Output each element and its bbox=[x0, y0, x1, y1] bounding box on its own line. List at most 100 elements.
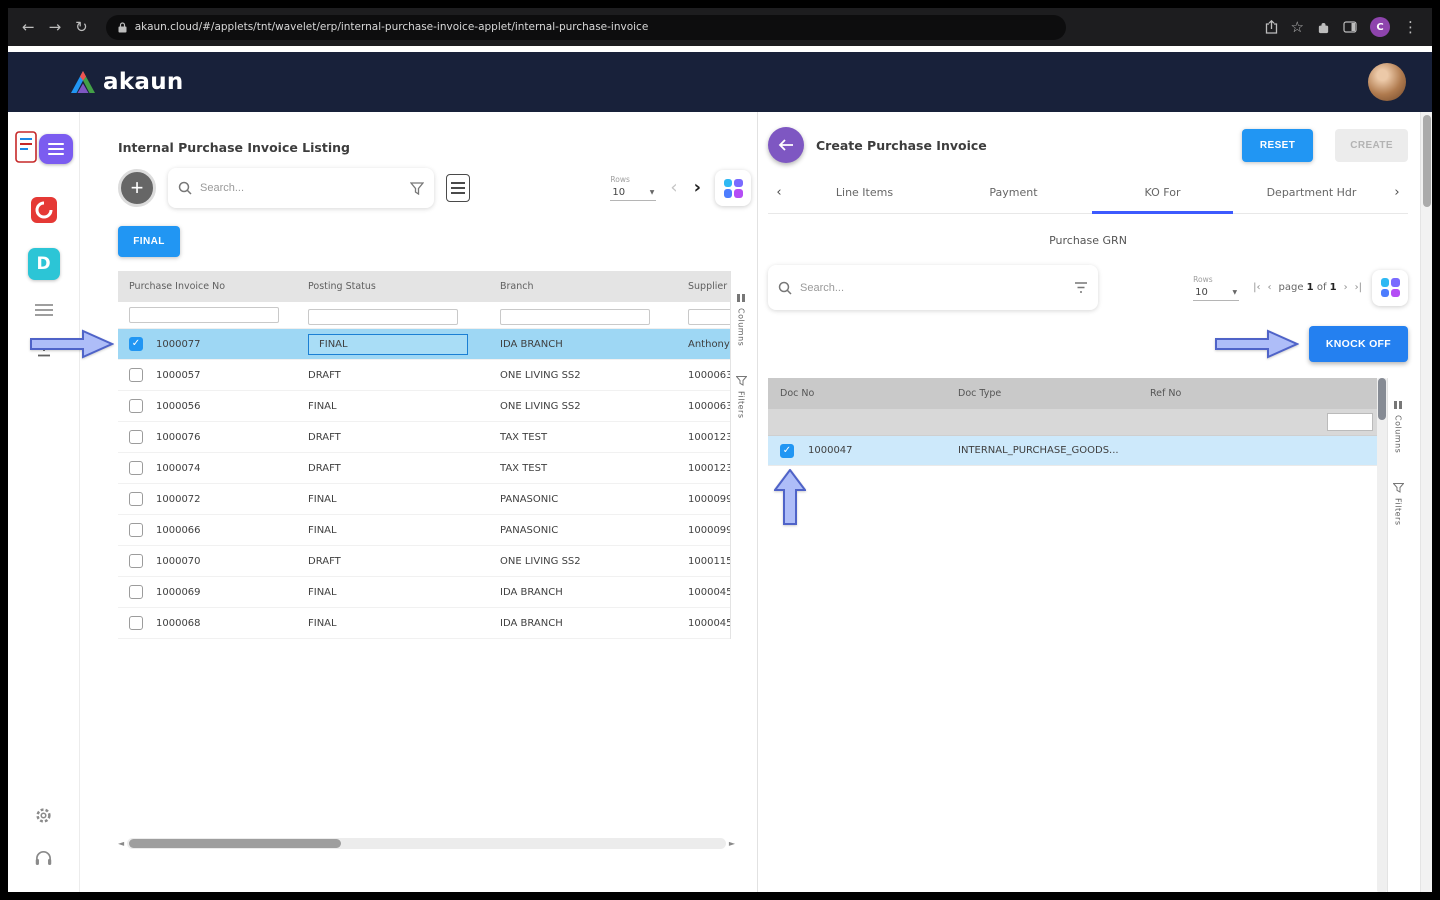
share-icon[interactable] bbox=[1265, 20, 1278, 34]
reset-button[interactable]: RESET bbox=[1242, 129, 1313, 162]
col-purchase-invoice-no[interactable]: Purchase Invoice No bbox=[118, 281, 302, 292]
list-icon[interactable] bbox=[35, 304, 53, 316]
filter-ref-no-input[interactable] bbox=[1327, 413, 1373, 431]
grn-vertical-scrollbar[interactable] bbox=[1377, 378, 1387, 892]
invoice-search-input[interactable] bbox=[200, 182, 402, 194]
back-icon[interactable]: ← bbox=[22, 20, 35, 35]
forward-icon[interactable]: → bbox=[49, 20, 62, 35]
tabs-scroll-right-icon[interactable]: › bbox=[1386, 185, 1408, 200]
active-applet-icon[interactable] bbox=[13, 126, 75, 172]
side-panel-icon[interactable] bbox=[1343, 21, 1357, 33]
next-page-icon[interactable]: › bbox=[692, 179, 703, 197]
col-ref-no[interactable]: Ref No bbox=[1150, 388, 1377, 399]
col-supplier[interactable]: Supplier ID bbox=[682, 281, 730, 292]
row-checkbox[interactable] bbox=[129, 616, 143, 630]
invoice-row[interactable]: 1000057 DRAFT ONE LIVING SS2 1000063 bbox=[118, 360, 730, 391]
first-page-icon[interactable]: |‹ bbox=[1253, 282, 1260, 293]
page-scrollbar-thumb[interactable] bbox=[1423, 115, 1431, 207]
scrollbar-track[interactable] bbox=[127, 838, 726, 849]
tab-ko-for[interactable]: KO For bbox=[1088, 172, 1237, 213]
row-checkbox[interactable] bbox=[129, 492, 143, 506]
filter-posting-status-input[interactable] bbox=[308, 309, 458, 325]
user-avatar[interactable] bbox=[1368, 63, 1406, 101]
tabs-scroll-left-icon[interactable]: ‹ bbox=[768, 185, 790, 200]
row-checkbox[interactable] bbox=[129, 399, 143, 413]
invoice-row[interactable]: 1000074 DRAFT TAX TEST 1000123 bbox=[118, 453, 730, 484]
row-checkbox[interactable] bbox=[780, 444, 794, 458]
report-icon[interactable] bbox=[446, 174, 470, 202]
grn-row-selected[interactable]: 1000047 INTERNAL_PURCHASE_GOODS... bbox=[768, 436, 1377, 466]
rows-per-page-control[interactable]: Rows 10▼ bbox=[1193, 275, 1239, 301]
filter-supplier-input[interactable] bbox=[688, 309, 730, 325]
row-checkbox[interactable] bbox=[129, 523, 143, 537]
cell-invoice-no: 1000069 bbox=[156, 587, 201, 598]
filter-funnel-icon[interactable] bbox=[410, 182, 424, 195]
invoice-row[interactable]: 1000070 DRAFT ONE LIVING SS2 1000115 bbox=[118, 546, 730, 577]
scroll-right-icon[interactable]: ► bbox=[729, 840, 735, 848]
columns-tab[interactable]: Columns bbox=[736, 293, 746, 346]
filter-funnel-icon[interactable] bbox=[1074, 281, 1088, 294]
back-button[interactable] bbox=[768, 127, 804, 163]
add-invoice-button[interactable]: + bbox=[118, 169, 156, 207]
next-page-icon[interactable]: › bbox=[1344, 282, 1348, 293]
horizontal-scrollbar[interactable]: ◄ ► bbox=[118, 837, 751, 850]
invoice-row[interactable]: 1000056 FINAL ONE LIVING SS2 1000063 bbox=[118, 391, 730, 422]
invoice-row[interactable]: 1000068 FINAL IDA BRANCH 1000045 bbox=[118, 608, 730, 639]
invoice-row[interactable]: 1000072 FINAL PANASONIC 1000099 bbox=[118, 484, 730, 515]
col-doc-type[interactable]: Doc Type bbox=[954, 388, 1150, 399]
refresh-icon[interactable]: ↻ bbox=[75, 20, 88, 35]
invoice-row[interactable]: 1000076 DRAFT TAX TEST 1000123 bbox=[118, 422, 730, 453]
prev-page-icon[interactable]: ‹ bbox=[668, 179, 679, 197]
support-headset-icon[interactable] bbox=[34, 849, 53, 866]
row-checkbox[interactable] bbox=[129, 585, 143, 599]
apps-grid-icon[interactable] bbox=[715, 170, 751, 206]
browser-profile-avatar[interactable]: C bbox=[1370, 17, 1390, 37]
columns-tab[interactable]: Columns bbox=[1393, 400, 1403, 453]
grn-table-wrap: Doc No Doc Type Ref No 1000047 INTERNAL_… bbox=[768, 378, 1408, 892]
col-posting-status[interactable]: Posting Status bbox=[302, 281, 494, 292]
prev-page-icon[interactable]: ‹ bbox=[1268, 282, 1272, 293]
row-checkbox[interactable] bbox=[129, 554, 143, 568]
row-checkbox[interactable] bbox=[129, 461, 143, 475]
filter-invoice-no-input[interactable] bbox=[129, 307, 279, 323]
invoice-row[interactable]: 1000069 FINAL IDA BRANCH 1000045 bbox=[118, 577, 730, 608]
grn-search-input[interactable] bbox=[800, 282, 1066, 294]
col-branch[interactable]: Branch bbox=[494, 281, 682, 292]
address-bar[interactable]: akaun.cloud/#/applets/tnt/wavelet/erp/in… bbox=[106, 15, 1066, 40]
page-scrollbar[interactable] bbox=[1420, 112, 1432, 892]
col-doc-no[interactable]: Doc No bbox=[768, 388, 954, 399]
tab-line-items[interactable]: Line Items bbox=[790, 172, 939, 213]
last-page-icon[interactable]: ›| bbox=[1355, 282, 1362, 293]
scrollbar-thumb[interactable] bbox=[1378, 378, 1386, 420]
row-checkbox[interactable] bbox=[129, 430, 143, 444]
filters-tab-label: Filters bbox=[737, 391, 746, 418]
scrollbar-thumb[interactable] bbox=[129, 839, 341, 848]
pdf-icon[interactable] bbox=[30, 196, 58, 224]
scroll-left-icon[interactable]: ◄ bbox=[118, 840, 124, 848]
row-checkbox[interactable] bbox=[129, 368, 143, 382]
row-checkbox[interactable] bbox=[129, 337, 143, 351]
cell-branch: TAX TEST bbox=[494, 463, 682, 474]
browser-actions: ☆ C ⋮ bbox=[1265, 17, 1418, 37]
extensions-icon[interactable] bbox=[1317, 21, 1330, 34]
browser-menu-icon[interactable]: ⋮ bbox=[1403, 20, 1418, 35]
rows-per-page-control[interactable]: Rows 10▼ bbox=[610, 175, 656, 201]
tab-department-hdr[interactable]: Department Hdr bbox=[1237, 172, 1386, 213]
cell-branch: ONE LIVING SS2 bbox=[494, 370, 682, 381]
rows-label: Rows bbox=[610, 175, 656, 184]
settings-gear-icon[interactable] bbox=[34, 806, 53, 825]
final-filter-button[interactable]: FINAL bbox=[118, 226, 180, 257]
invoice-row[interactable]: 1000066 FINAL PANASONIC 1000099 bbox=[118, 515, 730, 546]
bookmark-star-icon[interactable]: ☆ bbox=[1291, 20, 1304, 35]
filter-branch-input[interactable] bbox=[500, 309, 650, 325]
invoice-row-selected[interactable]: 1000077 FINAL IDA BRANCH Anthony0 bbox=[118, 329, 730, 360]
d-applet-icon[interactable]: D bbox=[28, 248, 60, 280]
apps-grid-icon[interactable] bbox=[1372, 270, 1408, 306]
filters-icon bbox=[736, 376, 747, 386]
cell-invoice-no: 1000057 bbox=[156, 370, 201, 381]
filters-tab[interactable]: Filters bbox=[736, 376, 747, 418]
filters-tab[interactable]: Filters bbox=[1393, 483, 1404, 525]
knock-off-button[interactable]: KNOCK OFF bbox=[1309, 326, 1408, 362]
tab-payment[interactable]: Payment bbox=[939, 172, 1088, 213]
grn-table-header: Doc No Doc Type Ref No bbox=[768, 378, 1377, 409]
